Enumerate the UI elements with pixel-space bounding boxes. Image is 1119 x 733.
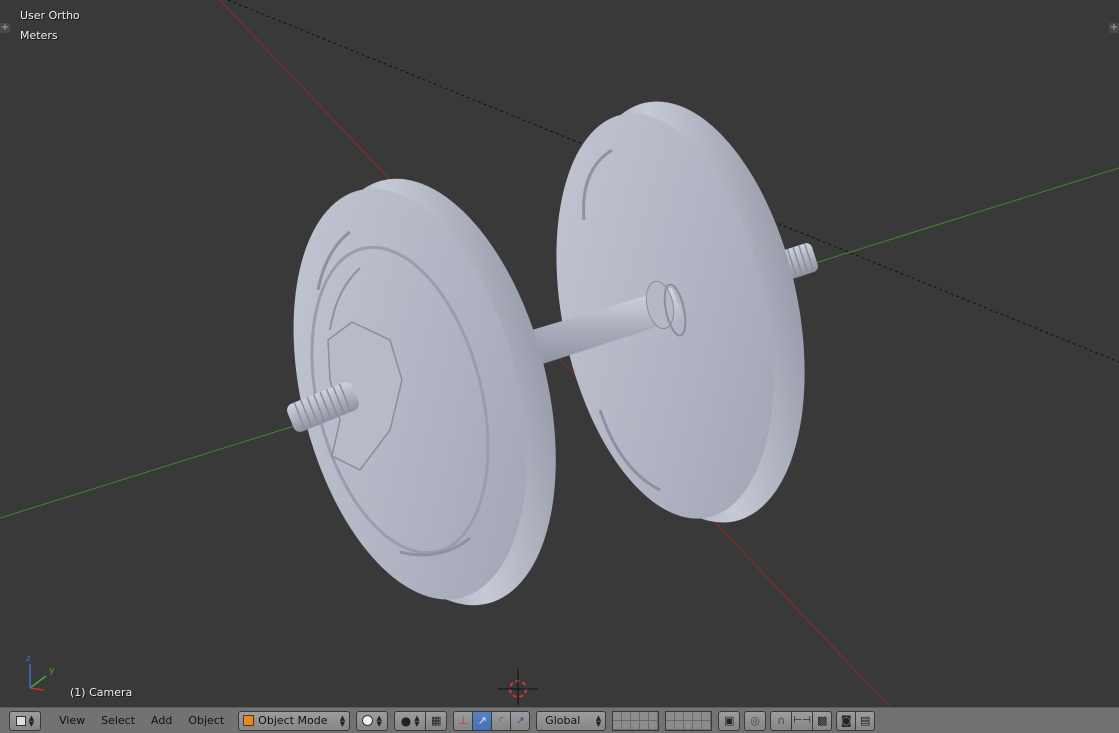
snap-target-icon: ▩ [816,714,828,727]
mode-dropdown-label: Object Mode [258,714,328,727]
render-button[interactable]: ◙ [836,710,857,731]
sphere-icon [362,715,374,726]
layers-grid-2[interactable] [665,710,713,731]
orientation-dropdown-label: Global [545,714,581,727]
menu-add[interactable]: Add [143,711,180,731]
viewport-shading-button[interactable]: ▲ ▼ [356,710,389,731]
editor-type-button[interactable]: ▲ ▼ [9,710,41,731]
pivot-icon: ● [400,713,412,728]
magnet-icon: ∩ [777,714,786,727]
rotate-button[interactable]: ◜ [491,710,512,731]
orientation-dropdown[interactable]: Global ▲ ▼ [536,710,607,731]
chevron-updown-icon: ▲ ▼ [28,713,35,728]
layers-grid-1[interactable] [612,710,660,731]
snap-target-button[interactable]: ▩ [812,710,833,731]
chevron-updown-icon: ▲ ▼ [376,713,382,728]
translate-icon: ↗ [477,714,487,727]
lock-icon: ▣ [723,714,735,727]
translate-button[interactable]: ↗ [472,710,493,731]
cube-orange-icon [243,715,255,726]
manipulator-icon: ⊥ [458,714,468,727]
scale-icon: ↗ [515,714,525,727]
viewport-header: ▲ ▼ View Select Add Object Object Mode ▲ ▼… [0,707,1119,733]
render-icon: ◙ [840,714,852,727]
mode-dropdown[interactable]: Object Mode ▲ ▼ [238,710,351,731]
snap-element-button[interactable]: ⊢⊣ [791,710,814,731]
clapperboard-icon: ▤ [859,714,871,727]
snap-element-icon: ⊢⊣ [793,715,811,726]
view-label: User Ortho [20,9,80,22]
manipulator-button[interactable]: ⊥ [453,710,474,731]
manipulator-toggle-button[interactable]: ▦ [425,710,448,731]
layers-icon: ▦ [430,714,442,727]
svg-text:z: z [26,654,31,664]
scale-button[interactable]: ↗ [510,710,531,731]
svg-text:y: y [49,666,55,676]
chevron-updown-icon: ▲ ▼ [414,713,420,728]
lock-camera-button[interactable]: ▣ [718,710,741,731]
units-label: Meters [20,29,58,42]
snap-toggle-button[interactable]: ∩ [770,710,793,731]
left-weight-plate [293,178,556,606]
3d-cursor[interactable] [498,669,538,705]
menu-select[interactable]: Select [93,711,143,731]
chevron-updown-icon: ▲ ▼ [339,713,346,728]
pivot-point-button[interactable]: ● ▲ ▼ [394,710,427,731]
proportional-icon: ◎ [750,714,760,727]
region-expand-right-icon[interactable]: + [1109,23,1119,33]
menu-object[interactable]: Object [180,711,232,731]
chevron-updown-icon: ▲ ▼ [595,713,602,728]
axis-gizmo: z y [26,654,55,691]
menu-view[interactable]: View [51,711,93,731]
3d-scene[interactable]: z y [0,0,1119,707]
region-expand-left-icon[interactable]: + [0,23,10,33]
active-object-label: (1) Camera [70,686,133,699]
cube-icon [15,715,26,726]
rotate-icon: ◜ [499,714,504,727]
3d-viewport[interactable]: z y User Ortho Meters (1) Camera + + [0,0,1119,707]
render-animation-button[interactable]: ▤ [855,710,876,731]
proportional-editing-button[interactable]: ◎ [744,710,767,731]
